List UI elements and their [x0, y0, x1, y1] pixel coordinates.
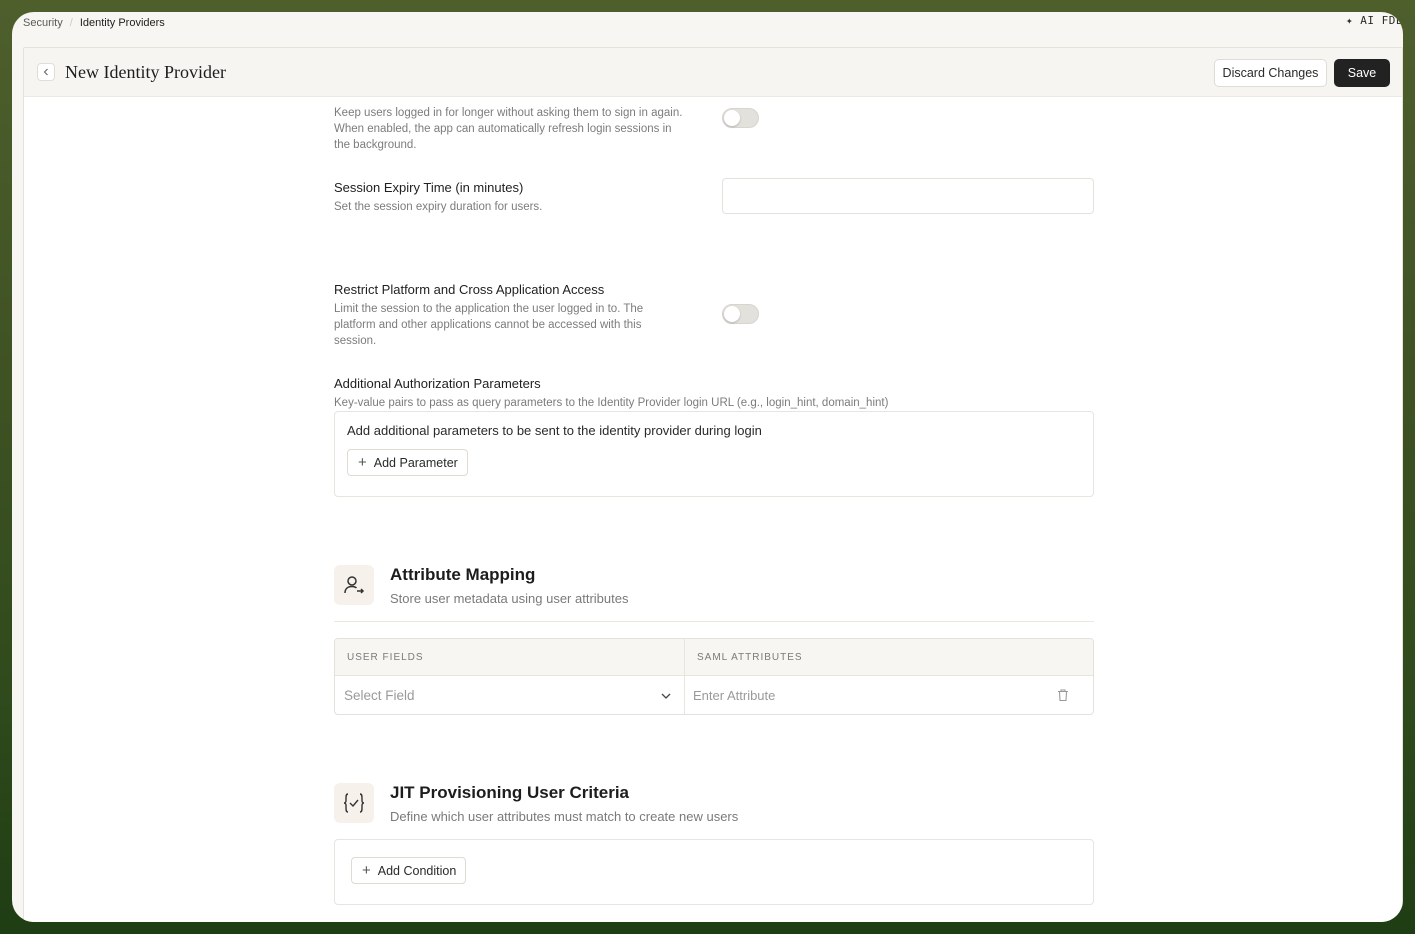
select-field-dropdown[interactable]: Select Field [335, 676, 684, 714]
restrict-access-label: Restrict Platform and Cross Application … [334, 282, 605, 297]
jit-conditions-box: + Add Condition [334, 839, 1094, 905]
app-window: Security / Identity Providers ✦ AI FDE N… [12, 12, 1403, 922]
column-header-saml-attributes: SAML ATTRIBUTES [697, 652, 803, 663]
discard-changes-button[interactable]: Discard Changes [1214, 59, 1327, 87]
main-panel: New Identity Provider Discard Changes Sa… [23, 47, 1403, 922]
add-condition-label: Add Condition [377, 863, 457, 878]
page-title: New Identity Provider [65, 62, 226, 82]
session-refresh-description: Keep users logged in for longer without … [334, 107, 683, 151]
select-field-placeholder: Select Field [344, 688, 415, 703]
session-expiry-label: Session Expiry Time (in minutes) [334, 180, 524, 195]
enter-attribute-placeholder: Enter Attribute [693, 688, 776, 703]
add-parameter-button[interactable]: + Add Parameter [347, 449, 468, 476]
auth-params-description: Key-value pairs to pass as query paramet… [334, 397, 889, 409]
breadcrumb-security[interactable]: Security [23, 17, 63, 29]
session-refresh-toggle[interactable] [722, 108, 759, 128]
auth-params-label: Additional Authorization Parameters [334, 376, 541, 391]
delete-row-button[interactable] [1053, 685, 1073, 705]
session-expiry-input[interactable] [722, 178, 1094, 214]
breadcrumb-identity-providers[interactable]: Identity Providers [80, 17, 165, 29]
braces-check-icon [334, 783, 374, 823]
save-button[interactable]: Save [1334, 59, 1390, 87]
enter-attribute-input[interactable]: Enter Attribute [685, 676, 1045, 714]
user-arrow-icon [334, 565, 374, 605]
top-bar: Security / Identity Providers ✦ AI FDE [12, 12, 1403, 34]
ai-fde-button[interactable]: ✦ AI FDE [1346, 14, 1403, 27]
session-expiry-description: Set the session expiry duration for user… [334, 201, 543, 213]
attribute-mapping-subtitle: Store user metadata using user attribute… [390, 591, 629, 606]
page-header: New Identity Provider Discard Changes Sa… [24, 48, 1402, 97]
auth-params-box-text: Add additional parameters to be sent to … [347, 423, 762, 438]
chevron-left-icon [43, 68, 48, 76]
back-button[interactable] [37, 63, 55, 81]
breadcrumb-separator: / [69, 17, 73, 29]
jit-title: JIT Provisioning User Criteria [390, 783, 630, 802]
plus-icon: + [362, 862, 371, 879]
trash-icon [1058, 689, 1068, 702]
attribute-mapping-title: Attribute Mapping [390, 565, 536, 584]
table-header: USER FIELDS SAML ATTRIBUTES [335, 639, 1093, 676]
add-condition-button[interactable]: + Add Condition [351, 857, 467, 884]
attribute-mapping-table: USER FIELDS SAML ATTRIBUTES Select Field… [334, 638, 1094, 715]
add-parameter-label: Add Parameter [373, 455, 458, 470]
restrict-access-description: Limit the session to the application the… [334, 303, 644, 347]
auth-params-box: Add additional parameters to be sent to … [334, 411, 1094, 497]
restrict-access-toggle[interactable] [722, 304, 759, 324]
section-divider [334, 621, 1094, 622]
column-header-user-fields: USER FIELDS [347, 652, 424, 663]
jit-subtitle: Define which user attributes must match … [390, 809, 739, 824]
chevron-down-icon [661, 693, 671, 699]
plus-icon: + [358, 454, 367, 471]
